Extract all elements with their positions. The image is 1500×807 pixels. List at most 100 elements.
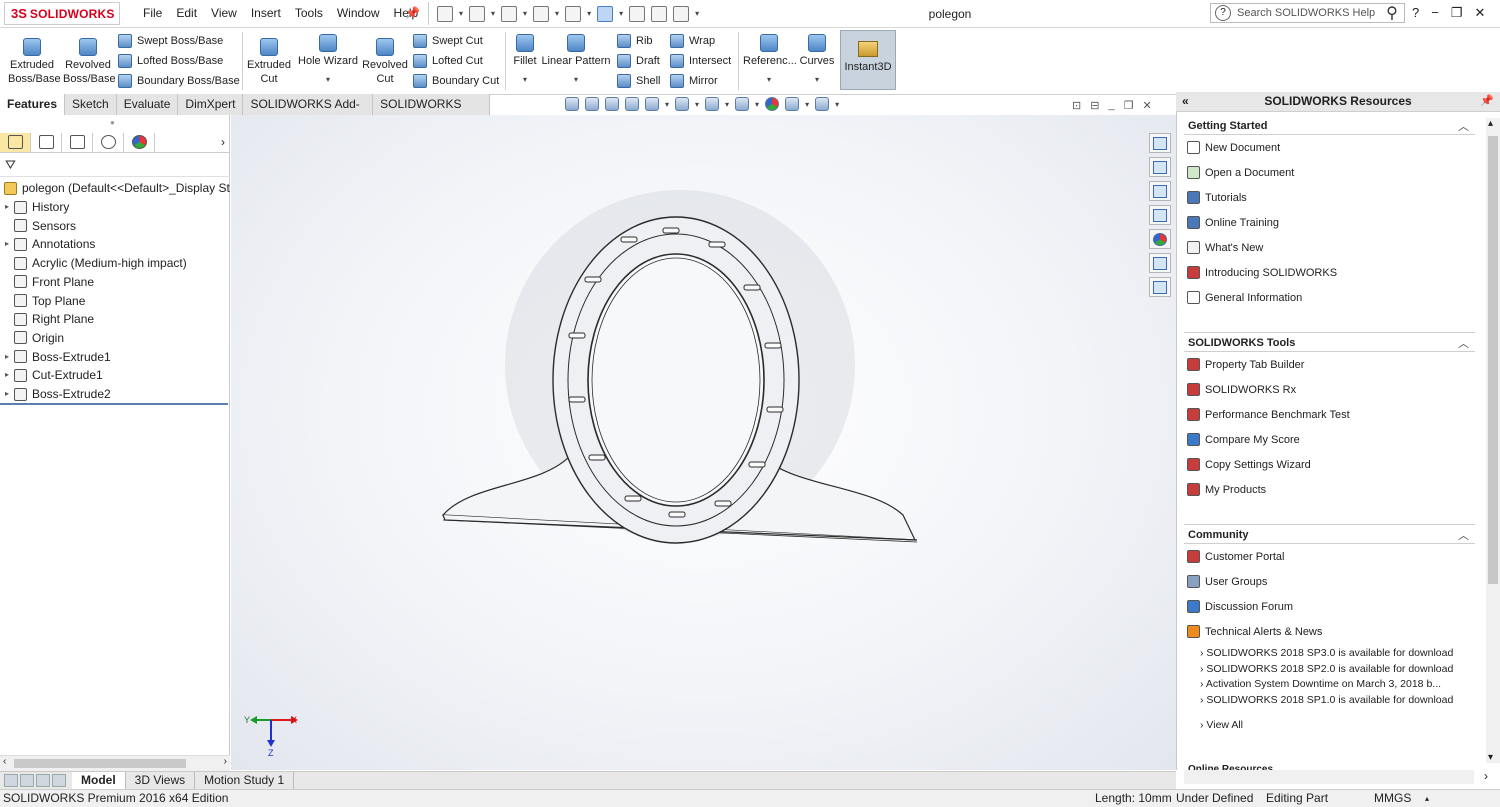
- restore-button[interactable]: ❐: [1451, 5, 1463, 21]
- previous-view-icon[interactable]: [605, 97, 619, 111]
- forum-tab[interactable]: [1149, 277, 1171, 297]
- collapse-section-icon[interactable]: ︿: [1458, 118, 1469, 134]
- tree-item-sensors[interactable]: Sensors: [0, 217, 76, 235]
- wrap-button[interactable]: Wrap: [670, 34, 715, 48]
- display-style-dropdown-icon[interactable]: ▾: [725, 100, 729, 109]
- hide-show-items-icon[interactable]: [735, 97, 750, 111]
- reference-geometry-button[interactable]: Referenc... ▾: [743, 34, 797, 87]
- linear-pattern-button[interactable]: Linear Pattern ▾: [541, 34, 611, 87]
- fillet-button[interactable]: Fillet ▾: [510, 34, 540, 87]
- resource-link-performance-benchmark-test[interactable]: Performance Benchmark Test: [1187, 408, 1350, 421]
- scrollbar-thumb[interactable]: [14, 759, 186, 768]
- resource-link-compare-my-score[interactable]: Compare My Score: [1187, 433, 1300, 446]
- tab-addins[interactable]: SOLIDWORKS Add-Ins: [243, 94, 374, 132]
- resource-link-what-s-new[interactable]: What's New: [1187, 241, 1263, 254]
- appearances-tab[interactable]: [1149, 229, 1171, 249]
- design-library-tab[interactable]: [1149, 157, 1171, 177]
- scroll-right-icon[interactable]: ›: [1484, 769, 1488, 783]
- tree-rollback-bar[interactable]: [0, 403, 228, 405]
- tab-features[interactable]: Features: [0, 94, 66, 115]
- instant3d-button[interactable]: Instant3D: [840, 30, 896, 90]
- news-alert-link[interactable]: › SOLIDWORKS 2018 SP2.0 is available for…: [1200, 663, 1453, 675]
- part-model[interactable]: X Y Z: [231, 115, 1176, 770]
- filter-funnel-icon[interactable]: ⛛: [5, 157, 16, 173]
- new-dropdown-icon[interactable]: ▾: [459, 9, 463, 18]
- shell-button[interactable]: Shell: [617, 74, 660, 88]
- tree-item-right-plane[interactable]: Right Plane: [0, 310, 94, 328]
- options-gear-icon[interactable]: [673, 5, 690, 22]
- tab-dimxpert[interactable]: DimXpert: [178, 94, 244, 115]
- scene-dropdown-icon[interactable]: ▾: [805, 100, 809, 109]
- resource-link-online-training[interactable]: Online Training: [1187, 216, 1279, 229]
- menu-tools[interactable]: Tools: [288, 6, 330, 20]
- menu-edit[interactable]: Edit: [169, 6, 204, 20]
- resource-link-discussion-forum[interactable]: Discussion Forum: [1187, 600, 1293, 613]
- swept-boss-button[interactable]: Swept Boss/Base: [118, 34, 223, 48]
- undo-icon[interactable]: [565, 5, 582, 22]
- save-dropdown-icon[interactable]: ▾: [523, 9, 527, 18]
- news-alert-link[interactable]: › Activation System Downtime on March 3,…: [1200, 678, 1441, 690]
- resource-link-property-tab-builder[interactable]: Property Tab Builder: [1187, 358, 1304, 371]
- previous-tab-icon[interactable]: [20, 774, 34, 787]
- news-alert-link[interactable]: › SOLIDWORKS 2018 SP3.0 is available for…: [1200, 647, 1453, 659]
- resource-link-user-groups[interactable]: User Groups: [1187, 575, 1267, 588]
- home-resources-tab[interactable]: [1149, 133, 1171, 153]
- collapse-pane-icon[interactable]: «: [1182, 92, 1189, 111]
- view-palette-tab[interactable]: [1149, 205, 1171, 225]
- reference-dropdown-icon[interactable]: ▾: [743, 73, 795, 87]
- part-ring[interactable]: [552, 216, 800, 544]
- last-tab-icon[interactable]: [52, 774, 66, 787]
- resource-link-solidworks-rx[interactable]: SOLIDWORKS Rx: [1187, 383, 1296, 396]
- lofted-cut-button[interactable]: Lofted Cut: [413, 54, 483, 68]
- zoom-to-fit-icon[interactable]: [565, 97, 579, 111]
- select-dropdown-icon[interactable]: ▾: [619, 9, 623, 18]
- minimize-button[interactable]: −: [1431, 5, 1439, 21]
- expand-arrow-icon[interactable]: ▸: [0, 235, 14, 253]
- undo-dropdown-icon[interactable]: ▾: [587, 9, 591, 18]
- tab-mbd[interactable]: SOLIDWORKS MBD: [373, 94, 490, 132]
- mirror-button[interactable]: Mirror: [670, 74, 718, 88]
- panel-splitter-handle[interactable]: ●: [110, 118, 115, 127]
- help-button[interactable]: ?: [1412, 5, 1419, 21]
- resource-link-open-a-document[interactable]: Open a Document: [1187, 166, 1294, 179]
- tree-filter[interactable]: ⛛: [0, 154, 230, 177]
- property-manager-tab[interactable]: [31, 132, 62, 152]
- apply-scene-icon[interactable]: [785, 97, 800, 111]
- tree-item-boss-extrude2[interactable]: ▸ Boss-Extrude2: [0, 385, 111, 403]
- tree-horizontal-scrollbar[interactable]: ‹ ›: [0, 755, 230, 771]
- resource-link-new-document[interactable]: New Document: [1187, 141, 1280, 154]
- revolved-boss-button[interactable]: Revolved Boss/Base: [63, 38, 116, 86]
- search-icon[interactable]: ⚲: [1380, 3, 1404, 23]
- rebuild-icon[interactable]: [629, 5, 646, 22]
- expand-arrow-icon[interactable]: ▸: [0, 385, 14, 403]
- scroll-down-icon[interactable]: ▾: [1488, 752, 1493, 763]
- expand-arrow-icon[interactable]: ▸: [0, 366, 14, 384]
- rib-button[interactable]: Rib: [617, 34, 653, 48]
- tree-root[interactable]: polegon (Default<<Default>_Display St: [0, 179, 230, 197]
- tab-sketch[interactable]: Sketch: [65, 94, 117, 115]
- display-style-icon[interactable]: [705, 97, 720, 111]
- resources-horizontal-scrollbar[interactable]: ›: [1184, 769, 1488, 784]
- resource-link-tutorials[interactable]: Tutorials: [1187, 191, 1247, 204]
- scrollbar-thumb[interactable]: [1488, 136, 1498, 584]
- revolved-cut-button[interactable]: Revolved Cut: [362, 38, 408, 86]
- file-explorer-tab[interactable]: [1149, 181, 1171, 201]
- open-folder-icon[interactable]: [469, 5, 486, 22]
- view-orientation-icon[interactable]: [675, 97, 690, 111]
- fillet-dropdown-icon[interactable]: ▾: [510, 73, 540, 87]
- menu-insert[interactable]: Insert: [244, 6, 288, 20]
- resource-link-general-information[interactable]: General Information: [1187, 291, 1302, 304]
- print-icon[interactable]: [533, 5, 550, 22]
- print-dropdown-icon[interactable]: ▾: [555, 9, 559, 18]
- lofted-boss-button[interactable]: Lofted Boss/Base: [118, 54, 223, 68]
- menu-window[interactable]: Window: [330, 6, 387, 20]
- chevron-right-icon[interactable]: ›: [155, 135, 230, 149]
- resource-link-my-products[interactable]: My Products: [1187, 483, 1266, 496]
- graphics-area[interactable]: X Y Z: [231, 115, 1176, 770]
- resource-link-copy-settings-wizard[interactable]: Copy Settings Wizard: [1187, 458, 1311, 471]
- search-input[interactable]: Search SOLIDWORKS Help: [1237, 7, 1380, 19]
- scroll-up-icon[interactable]: ▴: [1488, 118, 1493, 129]
- resource-link-customer-portal[interactable]: Customer Portal: [1187, 550, 1284, 563]
- extruded-boss-button[interactable]: Extruded Boss/Base: [8, 38, 61, 86]
- custom-properties-tab[interactable]: [1149, 253, 1171, 273]
